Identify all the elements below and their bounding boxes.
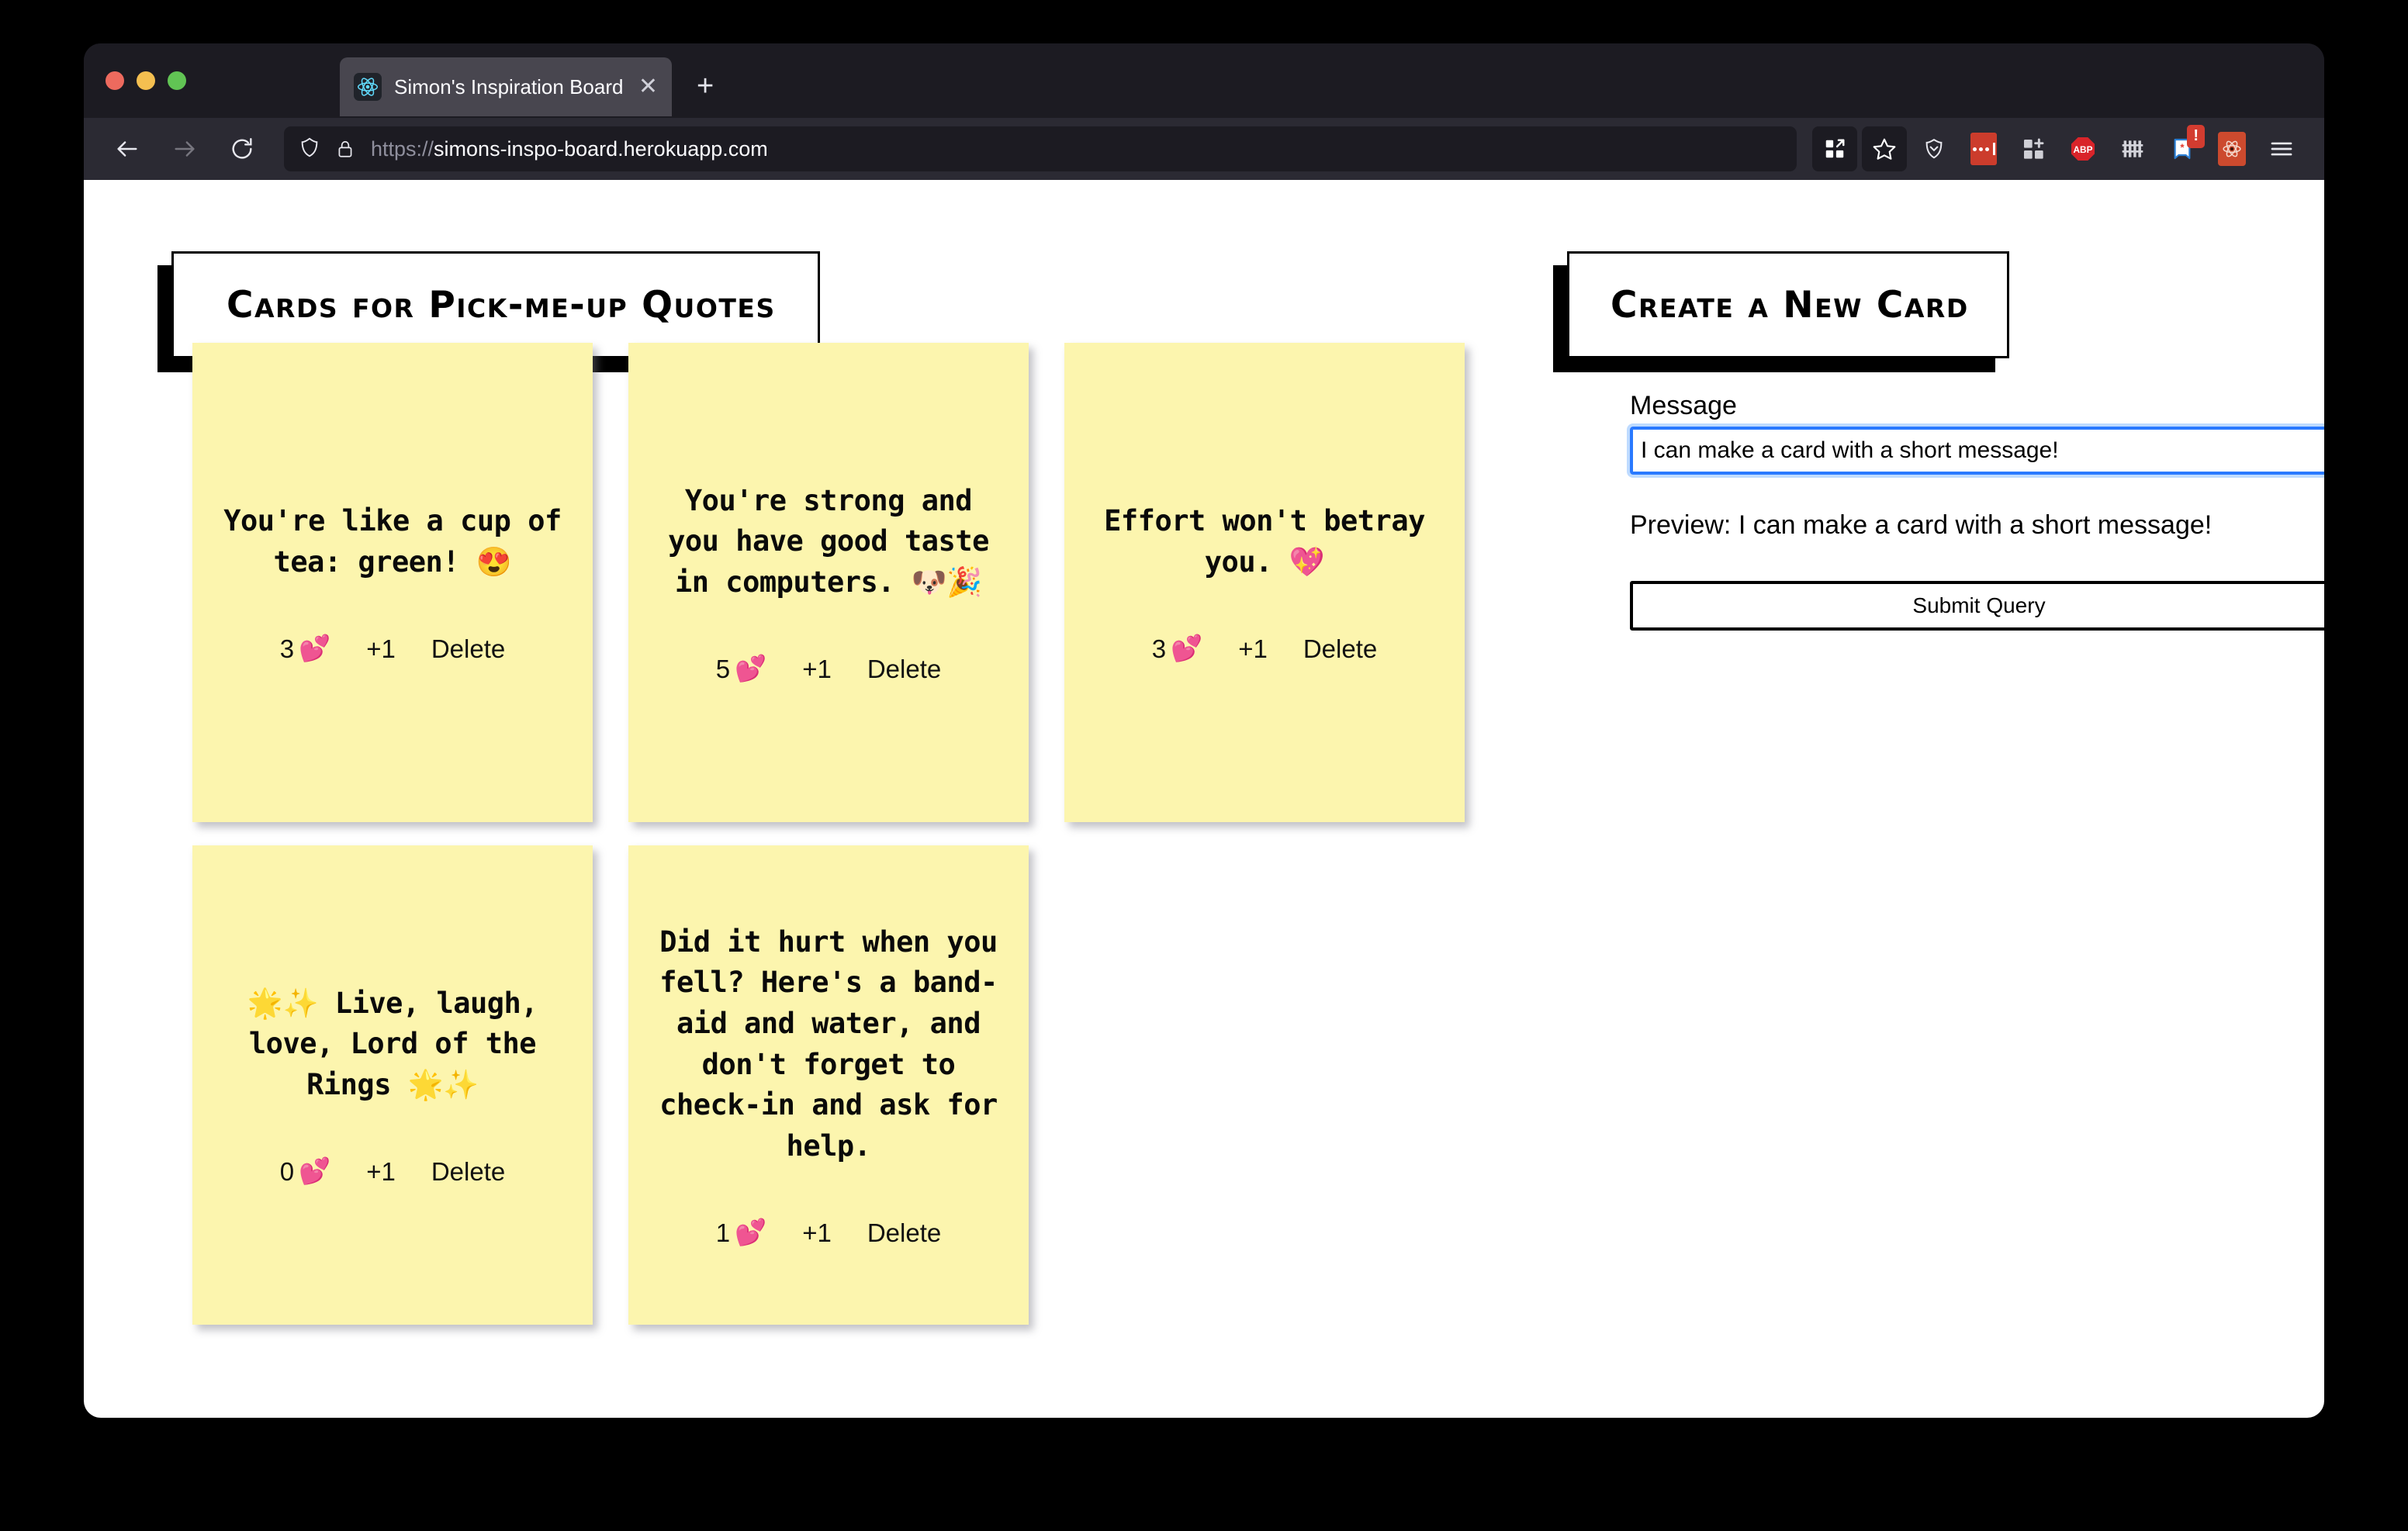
fence-extension-icon[interactable] [2110,126,2155,171]
bookmark-star-icon[interactable] [1862,126,1907,171]
hearts-icon: 💕 [735,1218,766,1248]
window-traffic-lights [106,71,186,90]
page-viewport: Cards for Pick-me-up Quotes Create a New… [84,180,2324,1418]
forward-arrow-icon[interactable] [163,127,206,171]
tab-title: Simon's Inspiration Board [394,75,632,99]
card-message: Did it hurt when you fell? Here's a band… [655,922,1002,1166]
card-message: Effort won't betray you. 💖 [1091,501,1438,582]
plus-one-button[interactable]: +1 [1238,634,1268,664]
url-scheme: https:// [371,137,434,161]
like-count-value: 3 [1152,634,1166,664]
react-atom-icon [354,73,382,101]
like-count-value: 3 [280,634,294,664]
cards-row-2: 🌟✨ Live, laugh, love, Lord of the Rings … [192,845,1511,1325]
shield-icon[interactable] [298,136,321,163]
card: 🌟✨ Live, laugh, love, Lord of the Rings … [192,845,593,1325]
cards-grid: You're like a cup of tea: green! 😍 3💕 +1… [192,343,1511,1418]
address-bar[interactable]: https://simons-inspo-board.herokuapp.com [284,126,1797,171]
close-window-button[interactable] [106,71,124,90]
adblock-plus-icon[interactable]: ABP [2060,126,2105,171]
card: You're like a cup of tea: green! 😍 3💕 +1… [192,343,593,822]
like-count: 3💕 [1152,634,1202,664]
card: Effort won't betray you. 💖 3💕 +1 Delete [1064,343,1465,822]
hearts-icon: 💕 [1171,634,1202,664]
plus-one-button[interactable]: +1 [802,1218,832,1248]
card-footer: 1💕 +1 Delete [655,1218,1002,1248]
message-label: Message [1630,391,2324,421]
card-footer: 3💕 +1 Delete [1091,634,1438,664]
cards-row-1: You're like a cup of tea: green! 😍 3💕 +1… [192,343,1511,822]
like-count: 5💕 [716,654,766,684]
delete-button[interactable]: Delete [431,634,505,664]
back-arrow-icon[interactable] [106,127,149,171]
notification-badge: ! [2187,125,2205,148]
url-host: simons-inspo-board.herokuapp.com [434,137,768,161]
browser-window: Simon's Inspiration Board ✕ + [84,43,2324,1418]
reload-icon[interactable] [220,127,264,171]
bookmark-note-extension-icon[interactable]: * ! [2160,126,2205,171]
delete-button[interactable]: Delete [867,655,941,684]
pocket-shield-icon[interactable] [1912,126,1956,171]
close-icon[interactable]: ✕ [638,75,658,98]
react-devtools-icon[interactable] [2209,126,2254,171]
like-count-value: 1 [716,1218,730,1248]
delete-button[interactable]: Delete [431,1157,505,1187]
svg-text:*: * [2180,142,2185,154]
minimize-window-button[interactable] [137,71,155,90]
tab-strip: Simon's Inspiration Board ✕ + [84,43,2324,118]
hearts-icon: 💕 [299,634,330,664]
like-count: 1💕 [716,1218,766,1248]
card-message: You're like a cup of tea: green! 😍 [219,501,566,582]
hamburger-menu-icon[interactable] [2259,126,2304,171]
delete-button[interactable]: Delete [1303,634,1377,664]
plus-one-button[interactable]: +1 [366,1157,396,1187]
svg-text:ABP: ABP [2073,144,2092,155]
navigation-bar: https://simons-inspo-board.herokuapp.com [84,118,2324,180]
extensions-grid-icon[interactable] [1812,126,1857,171]
form-heading-box: Create a New Card [1567,251,2009,358]
browser-toolbar-icons: ABP * ! [1812,126,2324,171]
card: Did it hurt when you fell? Here's a band… [628,845,1029,1325]
plus-one-button[interactable]: +1 [366,634,396,664]
lock-icon[interactable] [335,139,355,159]
maximize-window-button[interactable] [168,71,186,90]
red-dots-extension-icon[interactable] [1961,126,2006,171]
plus-one-button[interactable]: +1 [802,655,832,684]
hearts-icon: 💕 [735,654,766,684]
preview-text: Preview: I can make a card with a short … [1630,510,2324,541]
card-footer: 3💕 +1 Delete [219,634,566,664]
browser-tab[interactable]: Simon's Inspiration Board ✕ [340,57,672,116]
like-count: 0💕 [280,1156,330,1187]
url-text: https://simons-inspo-board.herokuapp.com [371,137,768,161]
grid-plus-extension-icon[interactable] [2011,126,2056,171]
message-input[interactable] [1630,427,2324,475]
create-card-form: Message Preview: I can make a card with … [1630,391,2324,631]
submit-button[interactable]: Submit Query [1630,581,2324,631]
card: You're strong and you have good taste in… [628,343,1029,822]
page-title: Cards for Pick-me-up Quotes [227,284,776,327]
card-message: 🌟✨ Live, laugh, love, Lord of the Rings … [219,983,566,1106]
card-footer: 0💕 +1 Delete [219,1156,566,1187]
form-title: Create a New Card [1611,284,1969,327]
delete-button[interactable]: Delete [867,1218,941,1248]
plus-icon[interactable]: + [697,71,714,101]
card-message: You're strong and you have good taste in… [655,481,1002,603]
card-footer: 5💕 +1 Delete [655,654,1002,684]
like-count-value: 0 [280,1157,294,1187]
like-count-value: 5 [716,655,730,684]
hearts-icon: 💕 [299,1156,330,1187]
like-count: 3💕 [280,634,330,664]
